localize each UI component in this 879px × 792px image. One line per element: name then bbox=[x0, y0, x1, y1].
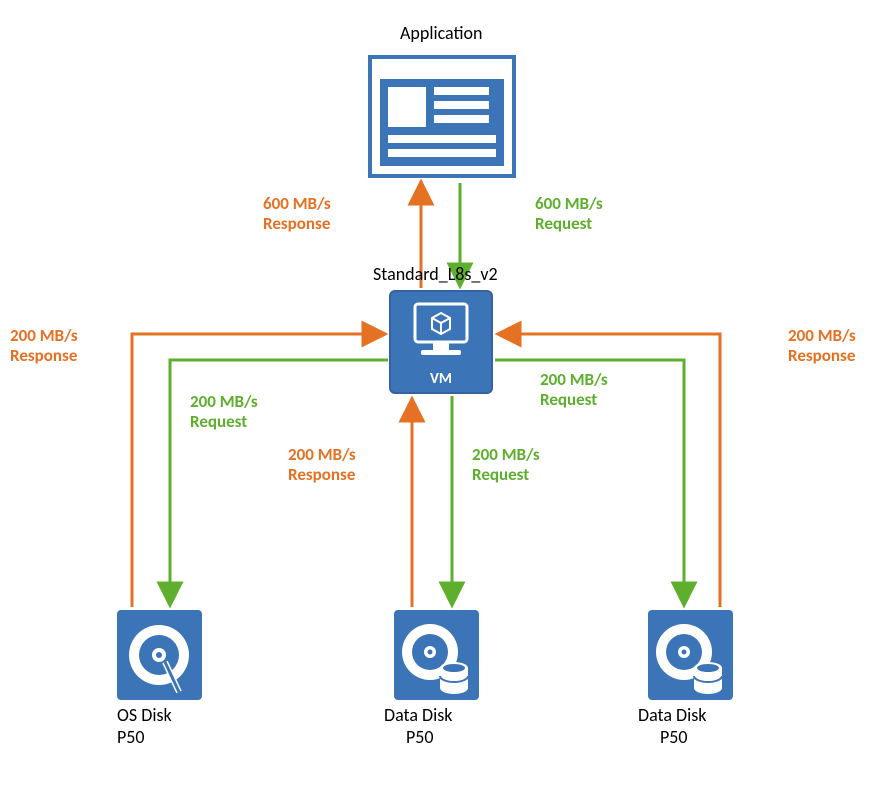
dd1-response-label: 200 MB/s Response bbox=[288, 445, 356, 484]
data-disk-1-label-2: P50 bbox=[406, 726, 434, 748]
vm-title: Standard_L8s_v2 bbox=[373, 263, 498, 285]
vm-caption: VM bbox=[391, 370, 491, 388]
data-disk-1-label-1: Data Disk bbox=[384, 704, 452, 726]
os-request-label: 200 MB/s Request bbox=[190, 392, 258, 431]
application-icon bbox=[368, 55, 516, 178]
dd2-side-response-label: 200 MB/s Response bbox=[788, 326, 856, 365]
data-disk-2-label-2: P50 bbox=[660, 726, 688, 748]
data-disk-1-icon bbox=[394, 610, 479, 700]
os-disk-icon bbox=[117, 610, 202, 700]
app-response-label: 600 MB/s Response bbox=[263, 194, 331, 233]
os-side-response-label: 200 MB/s Response bbox=[10, 326, 78, 365]
app-request-label: 600 MB/s Request bbox=[535, 194, 603, 233]
data-disk-2-label-1: Data Disk bbox=[638, 704, 706, 726]
os-disk-label-1: OS Disk bbox=[117, 704, 172, 726]
application-title: Application bbox=[400, 22, 483, 44]
dd2-request-label: 200 MB/s Request bbox=[540, 370, 608, 409]
os-disk-label-2: P50 bbox=[117, 726, 145, 748]
dd1-request-label: 200 MB/s Request bbox=[472, 445, 540, 484]
data-disk-2-icon bbox=[648, 610, 733, 700]
vm-icon: VM bbox=[389, 290, 493, 394]
